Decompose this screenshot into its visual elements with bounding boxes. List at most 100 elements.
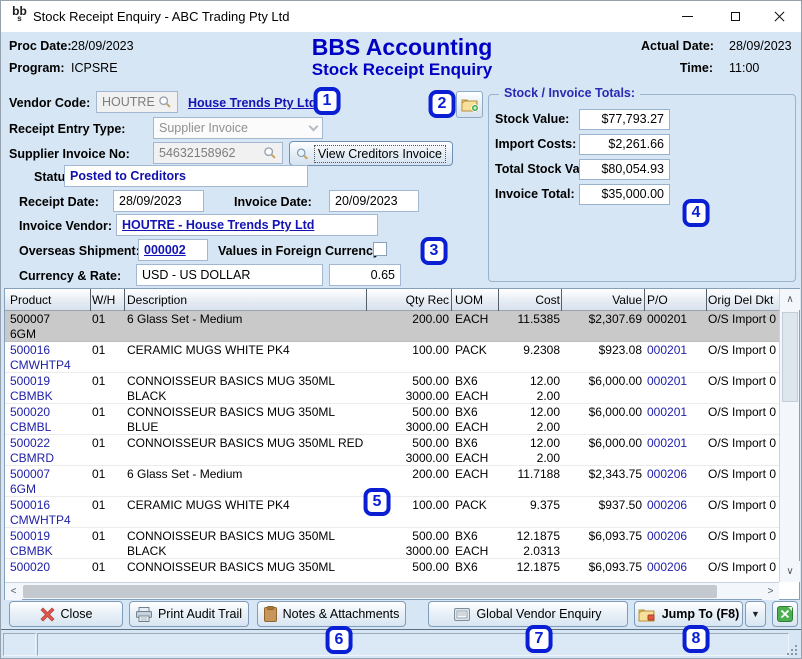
uom-cell: EACH [455,545,500,558]
column-header-value[interactable]: Value [562,289,642,311]
column-header-po[interactable]: P/O [647,289,705,311]
search-icon[interactable] [158,95,172,109]
column-header-qty-rec[interactable]: Qty Rec [368,289,449,311]
po-cell[interactable]: 000201 [647,406,705,419]
product-cell[interactable]: 500016 [10,499,92,512]
search-icon[interactable] [263,146,277,160]
product-cell: 500007 [10,313,92,326]
header-separator [124,289,125,311]
uom-cell: PACK [455,344,500,357]
application-window: bbs Stock Receipt Enquiry - ABC Trading … [0,0,802,659]
product-cell[interactable]: 500019 [10,375,92,388]
po-cell[interactable]: 000201 [647,437,705,450]
global-vendor-enquiry-button[interactable]: Global Vendor Enquiry [428,601,628,627]
orig-cell: O/S Import 0 [708,313,778,326]
table-row[interactable]: 50002001CONNOISSEUR BASICS MUG 350ML500.… [5,559,779,582]
status-pane-left [3,633,36,656]
currency-field[interactable]: USD - US DOLLAR [136,264,323,286]
annotation-badge-8: 8 [683,625,710,653]
product-cell[interactable]: CBMBL [10,421,92,434]
qty-cell: 3000.00 [368,452,449,465]
orig-cell: O/S Import 0 [708,344,778,357]
product-cell[interactable]: 500020 [10,406,92,419]
product-cell[interactable]: CMWHTP4 [10,514,92,527]
column-header-uom[interactable]: UOM [455,289,500,311]
view-creditors-invoice-button[interactable]: View Creditors Invoice [289,141,453,166]
resize-grip[interactable] [786,644,797,655]
table-row[interactable]: 5000076GM016 Glass Set - Medium200.00EAC… [5,311,779,342]
table-row[interactable]: 500019CBMBK01CONNOISSEUR BASICS MUG 350M… [5,528,779,559]
table-row[interactable]: 500022CBMRD01CONNOISSEUR BASICS MUG 350M… [5,435,779,466]
vertical-scrollbar[interactable]: ∧ ∨ [779,289,799,582]
time-label: Time: [641,61,713,75]
vendor-name-link[interactable]: House Trends Pty Ltd [188,96,317,110]
column-header-description[interactable]: Description [127,289,369,311]
wh-cell: 01 [92,561,126,574]
product-cell[interactable]: CBMBK [10,390,92,403]
product-cell[interactable]: 500007 [10,468,92,481]
po-cell[interactable]: 000201 [647,344,705,357]
invoice-vendor-link[interactable]: HOUTRE - House Trends Pty Ltd [122,218,314,232]
uom-cell: BX6 [455,561,500,574]
stock-value-field: $77,793.27 [579,109,670,130]
header-separator [366,289,367,311]
product-cell[interactable]: 500020 [10,561,92,574]
table-row[interactable]: 5000076GM016 Glass Set - Medium200.00EAC… [5,466,779,497]
po-cell[interactable]: 000206 [647,530,705,543]
print-audit-trail-button[interactable]: Print Audit Trail [129,601,249,627]
horizontal-scrollbar[interactable]: < > [5,582,779,599]
cost-cell: 12.00 [502,437,560,450]
cost-cell: 11.7188 [502,468,560,481]
view-creditors-invoice-label: View Creditors Invoice [314,145,446,163]
horizontal-scroll-thumb[interactable] [23,585,717,598]
product-cell[interactable]: 500022 [10,437,92,450]
vertical-scroll-thumb[interactable] [782,312,798,402]
cost-cell: 9.375 [502,499,560,512]
column-header-cost[interactable]: Cost [502,289,560,311]
rate-field[interactable]: 0.65 [329,264,401,286]
overseas-shipment-link[interactable]: 000002 [144,243,186,257]
product-cell[interactable]: 6GM [10,483,92,496]
jump-to-button[interactable]: Jump To (F8) [634,601,743,627]
product-cell[interactable]: 500016 [10,344,92,357]
close-window-button[interactable] [757,1,802,32]
close-button[interactable]: Close [9,601,123,627]
column-header-orig-del-dkt[interactable]: Orig Del Dkt [708,289,778,311]
column-header-wh[interactable]: W/H [92,289,126,311]
po-cell[interactable]: 000206 [647,561,705,574]
scroll-right-button[interactable]: > [762,583,779,600]
foreign-currency-checkbox[interactable] [373,242,387,256]
annotation-badge-7: 7 [526,625,553,653]
product-cell[interactable]: CBMRD [10,452,92,465]
vendor-code-field[interactable]: HOUTRE [96,91,178,113]
po-cell[interactable]: 000206 [647,468,705,481]
receipt-entry-type-select[interactable]: Supplier Invoice [153,117,323,139]
supplier-invoice-field[interactable]: 54632158962 [153,142,283,164]
product-cell[interactable]: 500019 [10,530,92,543]
scroll-down-button[interactable]: ∨ [780,561,800,582]
currency-value: USD - US DOLLAR [142,268,250,282]
minimize-button[interactable] [664,1,710,32]
global-vendor-enquiry-label: Global Vendor Enquiry [476,607,601,621]
receipt-date-field[interactable]: 28/09/2023 [113,190,204,212]
notes-attachments-button[interactable]: Notes & Attachments [257,601,406,627]
scroll-up-button[interactable]: ∧ [780,289,800,310]
product-cell[interactable]: CBMBK [10,545,92,558]
po-cell[interactable]: 000201 [647,375,705,388]
receipt-date-label: Receipt Date: [19,195,99,209]
jump-to-dropdown-button[interactable]: ▼ [745,601,766,627]
invoice-date-field[interactable]: 20/09/2023 [329,190,419,212]
qty-cell: 200.00 [368,313,449,326]
export-excel-button[interactable] [772,601,798,627]
product-cell[interactable]: CMWHTP4 [10,359,92,372]
table-row[interactable]: 500016CMWHTP401CERAMIC MUGS WHITE PK4100… [5,497,779,528]
table-row[interactable]: 500020CBMBL01CONNOISSEUR BASICS MUG 350M… [5,404,779,435]
scroll-left-button[interactable]: < [5,583,22,600]
po-cell[interactable]: 000206 [647,499,705,512]
table-row[interactable]: 500019CBMBK01CONNOISSEUR BASICS MUG 350M… [5,373,779,404]
maximize-button[interactable] [712,1,758,32]
table-row[interactable]: 500016CMWHTP401CERAMIC MUGS WHITE PK4100… [5,342,779,373]
cost-cell: 2.00 [502,421,560,434]
column-header-product[interactable]: Product [10,289,92,311]
add-attachment-button[interactable] [456,91,483,118]
